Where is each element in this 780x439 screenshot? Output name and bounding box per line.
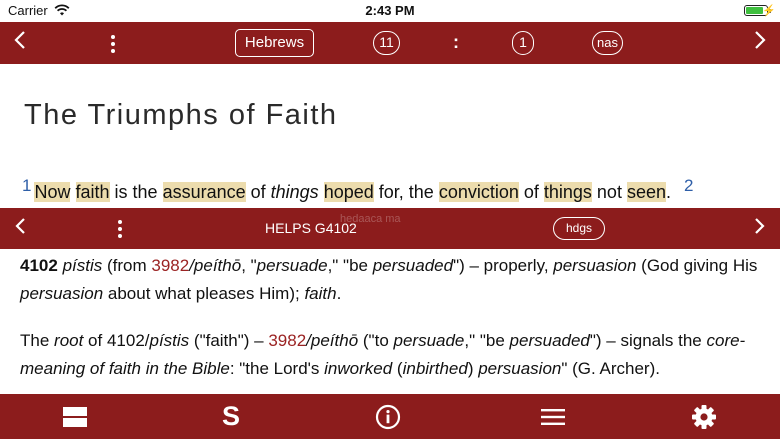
lexicon-paragraph: 4102 pístis (from 3982/peíthō, "persuade…	[20, 252, 765, 308]
chevron-left-icon[interactable]	[10, 30, 30, 54]
top-nav-bar: Hebrews 11 : 1 nas	[0, 22, 780, 64]
text-segment: The	[20, 331, 55, 350]
more-vertical-icon[interactable]	[110, 35, 116, 55]
text-segment: (from	[102, 256, 152, 275]
text-segment: faith	[304, 284, 337, 303]
text-segment: for, the	[373, 182, 439, 202]
text-segment: )	[467, 359, 479, 378]
lexicon-pane[interactable]: 4102 pístis (from 3982/peíthō, "persuade…	[0, 249, 780, 394]
info-icon[interactable]	[375, 404, 401, 430]
split-view-icon[interactable]	[62, 404, 88, 430]
chevron-right-icon[interactable]	[750, 216, 770, 240]
chapter-selector[interactable]: 11	[373, 31, 400, 55]
clock: 2:43 PM	[365, 3, 415, 18]
reading-pane[interactable]: The Triumphs of Faith 1 Now faith is the …	[0, 64, 780, 208]
more-vertical-icon[interactable]	[117, 220, 123, 240]
text-segment: persuade	[393, 331, 465, 350]
text-segment: persuade	[256, 256, 328, 275]
text-segment: ," "be	[464, 331, 510, 350]
chevron-left-icon[interactable]	[10, 216, 30, 240]
text-segment: , "	[241, 256, 257, 275]
status-bar: Carrier 2:43 PM ⚡	[0, 0, 780, 22]
text-segment: pístis	[149, 331, 190, 350]
text-segment: /peíthō	[189, 256, 242, 275]
text-segment: " (G. Archer).	[561, 359, 660, 378]
book-selector[interactable]: Hebrews	[235, 29, 314, 57]
text-segment: things	[270, 182, 319, 202]
text-segment: ") – signals the	[589, 331, 707, 350]
text-segment: (	[392, 359, 403, 378]
lexicon-bar: hedaaca ma HELPS G4102 hdgs	[0, 208, 780, 249]
next-verse-number[interactable]: 2	[684, 176, 693, 195]
text-segment: conviction	[438, 182, 519, 202]
verse-body[interactable]: Now faith is the assurance of things hop…	[34, 182, 671, 202]
text-segment: /peíthō	[306, 331, 359, 350]
text-segment: .	[666, 182, 672, 202]
lexicon-title: HELPS G4102	[265, 220, 357, 236]
text-segment: not	[591, 182, 627, 202]
text-segment: 4102	[20, 256, 58, 275]
text-segment: faith	[75, 182, 110, 202]
lexicon-source-selector[interactable]: hdgs	[553, 217, 605, 240]
text-segment: inworked	[324, 359, 393, 378]
verse-selector[interactable]: 1	[512, 31, 534, 55]
menu-icon[interactable]	[540, 404, 566, 430]
text-segment: : "the Lord's	[229, 359, 325, 378]
text-segment: is the	[109, 182, 163, 202]
text-segment: (God giving His	[636, 256, 758, 275]
version-selector[interactable]: nas	[592, 31, 623, 55]
text-segment: ") – properly,	[453, 256, 554, 275]
text-segment: persuasion	[20, 284, 104, 303]
verse-number[interactable]: 1	[22, 176, 31, 195]
strongs-icon[interactable]: S	[218, 402, 244, 430]
text-segment: .	[336, 284, 342, 303]
chevron-right-icon[interactable]	[750, 30, 770, 54]
verse-text[interactable]: 1 Now faith is the assurance of things ho…	[22, 177, 772, 203]
strongs-link[interactable]: 3982	[151, 256, 189, 275]
text-segment: ," "be	[327, 256, 373, 275]
text-segment: seen	[626, 182, 666, 202]
text-segment: persuaded	[372, 256, 454, 275]
text-segment: assurance	[162, 182, 246, 202]
text-segment: root	[54, 331, 84, 350]
text-segment: pístis	[62, 256, 103, 275]
charging-icon: ⚡	[762, 5, 776, 17]
text-segment: Now	[34, 182, 71, 202]
text-segment: hoped	[323, 182, 374, 202]
text-segment: ("to	[358, 331, 394, 350]
lexicon-paragraph: The root of 4102/pístis ("faith") – 3982…	[20, 327, 765, 383]
text-segment: about what pleases Him);	[103, 284, 305, 303]
text-segment: of	[518, 182, 544, 202]
text-segment: persuaded	[509, 331, 590, 350]
text-segment: persuasion	[553, 256, 637, 275]
text-segment: ("faith") –	[189, 331, 269, 350]
gear-icon[interactable]	[691, 404, 717, 430]
bottom-toolbar: S	[0, 394, 780, 439]
text-segment	[70, 182, 75, 202]
text-segment: of	[245, 182, 271, 202]
text-segment: things	[543, 182, 592, 202]
section-title: The Triumphs of Faith	[24, 99, 338, 131]
text-segment: persuasion	[478, 359, 562, 378]
text-segment: of 4102/	[83, 331, 150, 350]
text-segment	[319, 182, 324, 202]
text-segment: inbirthed	[402, 359, 468, 378]
chapter-verse-separator: :	[453, 32, 459, 52]
strongs-link[interactable]: 3982	[268, 331, 306, 350]
